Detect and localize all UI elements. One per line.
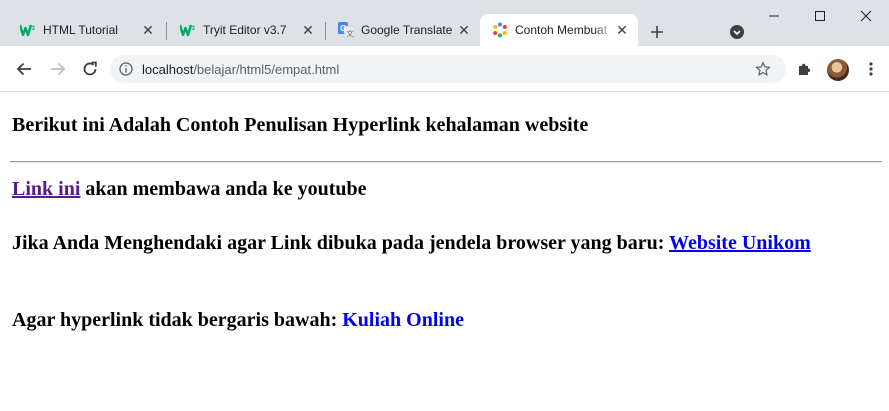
new-tab-button[interactable]: [645, 20, 669, 44]
w3schools-icon: 3: [20, 22, 36, 38]
page-heading: Berikut ini Adalah Contoh Penulisan Hype…: [12, 114, 589, 136]
reload-icon: [83, 61, 97, 76]
more-vert-icon: [869, 62, 873, 76]
maximize-icon: [815, 11, 825, 21]
back-arrow-icon: [16, 62, 31, 76]
tab-search-button[interactable]: [727, 22, 747, 42]
tab-search-icon: [730, 25, 744, 39]
website-unikom-link[interactable]: Website Unikom: [669, 232, 811, 254]
close-icon: [860, 10, 872, 22]
tab-label: Tryit Editor v3.7: [203, 23, 287, 37]
tab-strip: 3 HTML Tutorial ✕ 3 Tryit Editor v3.7 ✕ …: [0, 0, 889, 46]
forward-button[interactable]: [46, 57, 70, 81]
svg-text:G: G: [340, 24, 346, 33]
minimize-icon: [769, 15, 779, 17]
paragraph-text: akan membawa anda ke youtube: [80, 178, 367, 200]
close-icon[interactable]: ✕: [456, 22, 472, 38]
google-translate-icon: G文: [338, 22, 354, 38]
profile-avatar[interactable]: [827, 59, 849, 81]
plus-icon: [651, 26, 663, 38]
address-bar[interactable]: localhost/belajar/html5/empat.html: [110, 55, 786, 83]
w3schools-icon: 3: [180, 22, 196, 38]
forward-arrow-icon: [51, 62, 66, 76]
close-window-button[interactable]: [843, 0, 889, 32]
close-icon[interactable]: ✕: [614, 22, 630, 38]
url-path: /belajar/html5/empat.html: [193, 61, 340, 77]
back-button[interactable]: [12, 57, 36, 81]
youtube-link[interactable]: Link ini: [12, 178, 80, 200]
url-host: localhost: [142, 61, 194, 77]
close-icon[interactable]: ✕: [140, 22, 156, 38]
address-url: localhost/belajar/html5/empat.html: [142, 62, 339, 77]
minimize-button[interactable]: [751, 0, 797, 32]
bookmark-star-icon[interactable]: [754, 60, 772, 78]
tab-google-translate[interactable]: G文 Google Translate ✕: [326, 14, 480, 46]
paragraph-new-window: Jika Anda Menghendaki agar Link dibuka p…: [12, 232, 882, 255]
close-icon[interactable]: ✕: [300, 22, 316, 38]
info-icon[interactable]: [118, 61, 134, 77]
svg-text:3: 3: [192, 26, 196, 32]
tab-tryit-editor[interactable]: 3 Tryit Editor v3.7 ✕: [168, 14, 324, 46]
puzzle-piece-icon: [799, 63, 811, 75]
paragraph-no-underline: Agar hyperlink tidak bergaris bawah: Kul…: [12, 309, 464, 332]
tab-html-tutorial[interactable]: 3 HTML Tutorial ✕: [8, 14, 164, 46]
horizontal-rule: [10, 161, 882, 163]
paragraph-youtube: Link ini akan membawa anda ke youtube: [12, 178, 367, 201]
tab-label: Contoh Membuat: [515, 23, 608, 37]
reload-button[interactable]: [78, 57, 102, 81]
extensions-button[interactable]: [793, 57, 817, 81]
menu-button[interactable]: [859, 57, 883, 81]
svg-text:文: 文: [347, 29, 354, 38]
tab-label: Google Translate: [361, 23, 453, 37]
kuliah-online-link[interactable]: Kuliah Online: [342, 309, 464, 331]
tab-contoh-membuat[interactable]: Contoh Membuat ✕: [480, 14, 638, 46]
tab-divider: [166, 22, 167, 40]
tab-label: HTML Tutorial: [43, 23, 118, 37]
paragraph-text: Agar hyperlink tidak bergaris bawah:: [12, 309, 343, 331]
svg-text:3: 3: [32, 26, 36, 32]
paragraph-text: Jika Anda Menghendaki agar Link dibuka p…: [12, 232, 670, 254]
maximize-button[interactable]: [797, 0, 843, 32]
browser-toolbar: localhost/belajar/html5/empat.html: [0, 46, 889, 92]
loading-spinner-icon: [492, 22, 508, 38]
